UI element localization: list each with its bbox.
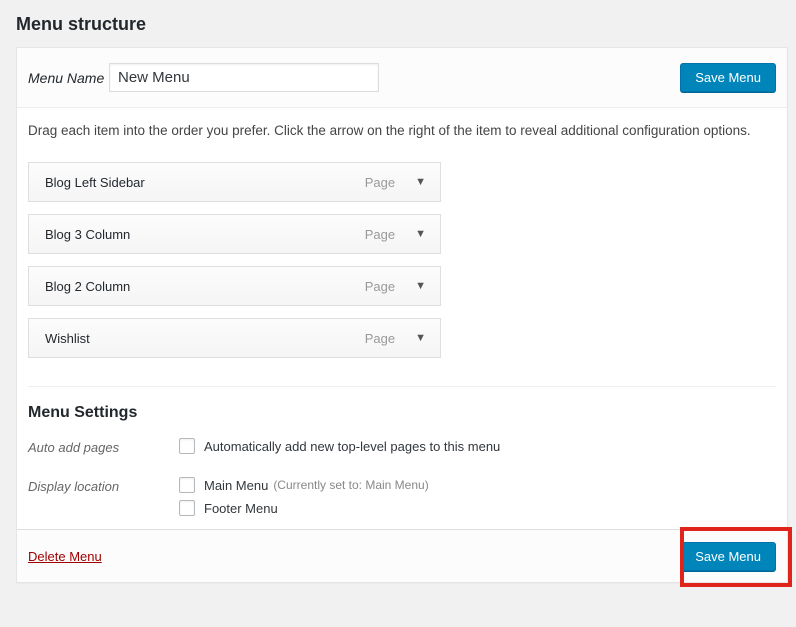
auto-add-pages-checkbox[interactable]	[179, 438, 195, 454]
menu-item-title: Wishlist	[45, 331, 365, 346]
drag-instructions: Drag each item into the order you prefer…	[28, 122, 776, 139]
chevron-down-icon[interactable]: ▼	[415, 333, 426, 344]
footer-menu-checkbox[interactable]	[179, 500, 195, 516]
display-location-row: Display location Main Menu (Currently se…	[28, 477, 776, 523]
panel-body: Drag each item into the order you prefer…	[17, 122, 787, 523]
chevron-down-icon[interactable]: ▼	[415, 229, 426, 240]
main-menu-checkbox[interactable]	[179, 477, 195, 493]
menu-item-row[interactable]: Wishlist Page ▼	[28, 318, 441, 358]
chevron-down-icon[interactable]: ▼	[415, 177, 426, 188]
menu-item-type: Page	[365, 279, 395, 294]
main-menu-option-label: Main Menu	[204, 478, 268, 493]
menu-item-title: Blog 2 Column	[45, 279, 365, 294]
section-divider	[28, 386, 776, 387]
save-menu-button-bottom[interactable]: Save Menu	[680, 542, 776, 571]
menu-item-type: Page	[365, 331, 395, 346]
menu-item-row[interactable]: Blog Left Sidebar Page ▼	[28, 162, 441, 202]
menu-name-header: Menu Name Save Menu	[17, 48, 787, 108]
auto-add-pages-label: Auto add pages	[28, 438, 179, 461]
menu-item-title: Blog Left Sidebar	[45, 175, 365, 190]
footer-menu-option: Footer Menu	[179, 500, 429, 516]
menu-name-input[interactable]	[109, 63, 379, 92]
save-menu-button-top[interactable]: Save Menu	[680, 63, 776, 92]
auto-add-pages-option-label: Automatically add new top-level pages to…	[204, 439, 500, 454]
menu-structure-panel: Menu Name Save Menu Drag each item into …	[16, 47, 788, 583]
auto-add-pages-field: Automatically add new top-level pages to…	[179, 438, 500, 461]
menu-item-type: Page	[365, 227, 395, 242]
display-location-field: Main Menu (Currently set to: Main Menu) …	[179, 477, 429, 523]
page-title: Menu structure	[16, 14, 146, 35]
menu-item-type: Page	[365, 175, 395, 190]
menu-settings-heading: Menu Settings	[28, 404, 776, 422]
menu-item-row[interactable]: Blog 3 Column Page ▼	[28, 214, 441, 254]
auto-add-pages-row: Auto add pages Automatically add new top…	[28, 438, 776, 461]
delete-menu-link[interactable]: Delete Menu	[28, 549, 102, 564]
auto-add-pages-option: Automatically add new top-level pages to…	[179, 438, 500, 454]
menu-item-title: Blog 3 Column	[45, 227, 365, 242]
footer-menu-option-label: Footer Menu	[204, 501, 278, 516]
main-menu-option: Main Menu (Currently set to: Main Menu)	[179, 477, 429, 493]
display-location-label: Display location	[28, 477, 179, 523]
main-menu-current-note: (Currently set to: Main Menu)	[273, 478, 428, 492]
menu-name-label: Menu Name	[28, 70, 109, 86]
menu-item-row[interactable]: Blog 2 Column Page ▼	[28, 266, 441, 306]
chevron-down-icon[interactable]: ▼	[415, 281, 426, 292]
panel-footer: Delete Menu Save Menu	[17, 529, 787, 582]
menu-items-list: Blog Left Sidebar Page ▼ Blog 3 Column P…	[28, 162, 441, 358]
